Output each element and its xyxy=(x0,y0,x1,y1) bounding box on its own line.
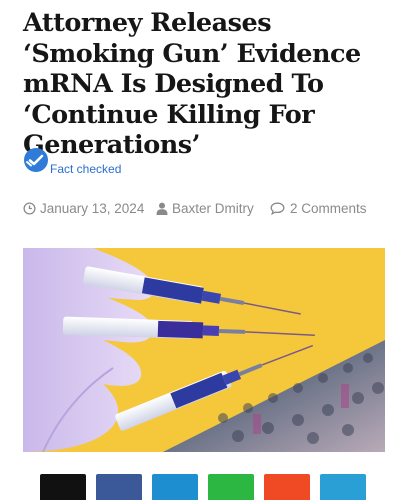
article-hero-image xyxy=(23,248,385,452)
article-title: Attorney Releases ‘Smoking Gun’ Evidence… xyxy=(23,8,361,160)
share-facebook-button[interactable] xyxy=(96,474,142,500)
article-meta: January 13, 2024 Baxter Dmitry 2 Comment… xyxy=(23,200,393,218)
publish-date: January 13, 2024 xyxy=(40,201,145,216)
fact-check-badge-icon xyxy=(24,148,48,172)
share-x-button[interactable] xyxy=(40,474,86,500)
share-whatsapp-button[interactable] xyxy=(208,474,254,500)
comments-link[interactable]: 2 Comments xyxy=(290,201,367,216)
share-linkedin-button[interactable] xyxy=(152,474,198,500)
fact-check-label[interactable]: Fact checked xyxy=(50,162,121,176)
clock-icon xyxy=(23,202,36,215)
author-link[interactable]: Baxter Dmitry xyxy=(172,201,254,216)
user-icon xyxy=(156,202,168,215)
share-telegram-button[interactable] xyxy=(320,474,366,500)
comment-bubble-icon xyxy=(270,202,285,215)
fact-check-badge[interactable]: Fact checked xyxy=(24,148,144,178)
share-reddit-button[interactable] xyxy=(264,474,310,500)
